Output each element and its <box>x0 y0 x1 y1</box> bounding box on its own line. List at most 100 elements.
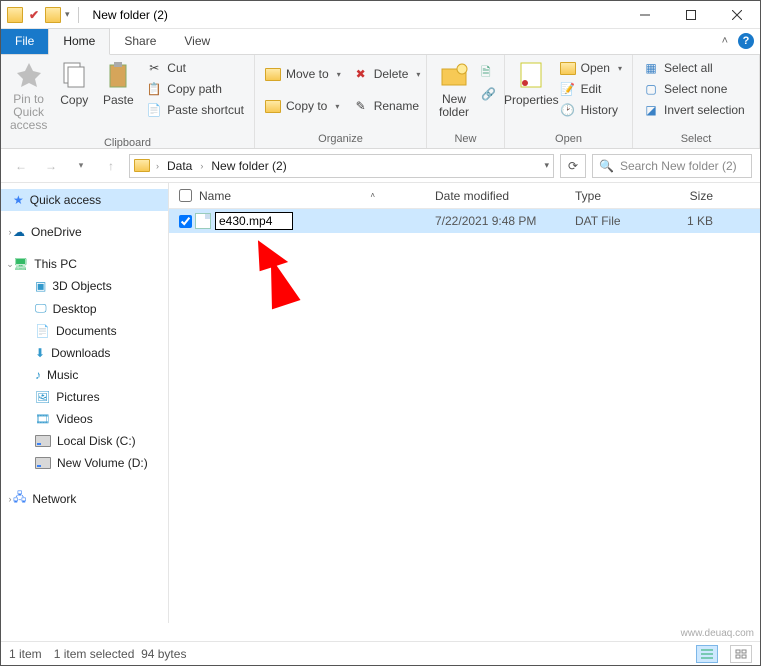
open-group-label: Open <box>509 131 628 148</box>
file-pane: Name˄ Date modified Type Size e430.mp4 7… <box>169 183 760 623</box>
nav-downloads[interactable]: ⬇Downloads <box>1 342 168 364</box>
title-bar: ✔ ▾ New folder (2) <box>1 1 760 29</box>
large-icons-view-button[interactable] <box>730 645 752 663</box>
file-icon <box>195 213 211 229</box>
videos-icon: 🎞 <box>35 412 50 426</box>
nav-documents[interactable]: 📄Documents <box>1 320 168 342</box>
home-tab[interactable]: Home <box>48 28 110 55</box>
nav-new-volume-d[interactable]: New Volume (D:) <box>1 452 168 474</box>
pin-icon <box>13 59 45 91</box>
file-size: 1 KB <box>653 214 723 228</box>
view-tab[interactable]: View <box>170 29 224 54</box>
paste-shortcut-icon: 📄 <box>146 102 162 118</box>
new-item-icon[interactable]: 🗎 <box>481 63 496 84</box>
new-folder-icon <box>438 59 470 91</box>
file-date: 7/22/2021 9:48 PM <box>435 214 575 228</box>
close-button[interactable] <box>714 1 760 29</box>
nav-local-disk-c[interactable]: Local Disk (C:) <box>1 430 168 452</box>
status-bar: 1 item 1 item selected 94 bytes <box>1 641 760 665</box>
breadcrumb-current[interactable]: New folder (2) <box>207 157 290 175</box>
nav-this-pc[interactable]: ⌄🖥This PC <box>1 253 168 275</box>
drive-icon <box>35 457 51 469</box>
column-date[interactable]: Date modified <box>435 189 575 203</box>
pictures-icon: 🖼 <box>35 390 50 404</box>
copy-button[interactable]: Copy <box>52 57 96 109</box>
cube-icon: ▣ <box>35 279 46 293</box>
minimize-button[interactable] <box>622 1 668 29</box>
desktop-icon: 🖵 <box>35 301 47 316</box>
details-view-button[interactable] <box>696 645 718 663</box>
column-type[interactable]: Type <box>575 189 653 203</box>
downloads-icon: ⬇ <box>35 346 45 360</box>
address-row: ← → ▾ ↑ › Data › New folder (2) ▾ ⟳ 🔍 Se… <box>1 149 760 183</box>
forward-button[interactable]: → <box>39 154 63 178</box>
nav-music[interactable]: ♪Music <box>1 364 168 386</box>
move-to-button[interactable]: Move to <box>263 65 343 83</box>
rename-button[interactable]: ✎Rename <box>351 97 423 115</box>
copy-icon <box>58 59 90 91</box>
qat-folder-icon[interactable] <box>45 7 61 23</box>
status-bytes: 94 bytes <box>141 647 186 661</box>
chevron-right-icon[interactable]: › <box>154 161 161 171</box>
new-group-label: New <box>431 131 500 148</box>
nav-onedrive[interactable]: ›☁OneDrive <box>1 221 168 243</box>
delete-icon: ✖ <box>353 66 369 82</box>
nav-pictures[interactable]: 🖼Pictures <box>1 386 168 408</box>
move-to-icon <box>265 66 281 82</box>
status-item-count: 1 item <box>9 647 42 661</box>
nav-3d-objects[interactable]: ▣3D Objects <box>1 275 168 297</box>
up-button[interactable]: ↑ <box>99 154 123 178</box>
nav-network[interactable]: ›🖧Network <box>1 484 168 513</box>
star-icon: ★ <box>13 193 24 207</box>
organize-group-label: Organize <box>259 131 422 148</box>
address-dropdown-icon[interactable]: ▾ <box>544 160 549 171</box>
collapse-ribbon-icon[interactable]: ˄ <box>722 35 728 47</box>
column-name[interactable]: Name˄ <box>195 189 435 203</box>
history-button[interactable]: 🕑History <box>558 101 624 119</box>
column-size[interactable]: Size <box>653 189 723 203</box>
navigation-pane: ★ Quick access ›☁OneDrive ⌄🖥This PC ▣3D … <box>1 183 169 623</box>
search-placeholder: Search New folder (2) <box>620 159 737 173</box>
open-button[interactable]: Open <box>558 59 624 77</box>
window-title: New folder (2) <box>89 8 622 22</box>
maximize-button[interactable] <box>668 1 714 29</box>
select-all-button[interactable]: ▦Select all <box>641 59 747 77</box>
back-button[interactable]: ← <box>9 154 33 178</box>
nav-videos[interactable]: 🎞Videos <box>1 408 168 430</box>
properties-button[interactable]: Properties <box>509 57 554 109</box>
easy-access-icon[interactable]: 🔗 <box>481 87 496 101</box>
nav-desktop[interactable]: 🖵Desktop <box>1 297 168 320</box>
search-input[interactable]: 🔍 Search New folder (2) <box>592 154 752 178</box>
file-tab[interactable]: File <box>1 29 48 54</box>
file-row[interactable]: e430.mp4 7/22/2021 9:48 PM DAT File 1 KB <box>169 209 760 233</box>
status-selected: 1 item selected <box>54 647 135 661</box>
watermark: www.deuaq.com <box>681 628 754 639</box>
address-bar[interactable]: › Data › New folder (2) ▾ <box>129 154 554 178</box>
select-none-button[interactable]: ▢Select none <box>641 80 747 98</box>
documents-icon: 📄 <box>35 324 50 338</box>
edit-button[interactable]: 📝Edit <box>558 80 624 98</box>
delete-button[interactable]: ✖Delete <box>351 65 423 83</box>
copy-to-button[interactable]: Copy to <box>263 97 343 115</box>
rename-input[interactable]: e430.mp4 <box>215 212 293 230</box>
qat-dropdown-icon[interactable]: ▾ <box>65 9 70 20</box>
file-type: DAT File <box>575 214 653 228</box>
help-icon[interactable]: ? <box>738 33 754 49</box>
nav-quick-access[interactable]: ★ Quick access <box>1 189 168 211</box>
chevron-right-icon[interactable]: › <box>198 161 205 171</box>
share-tab[interactable]: Share <box>110 29 170 54</box>
refresh-button[interactable]: ⟳ <box>560 154 586 178</box>
qat-check-icon[interactable]: ✔ <box>27 8 41 22</box>
pin-to-quick-access-button[interactable]: Pin to Quick access <box>5 57 52 135</box>
file-checkbox[interactable] <box>179 215 192 228</box>
recent-locations-button[interactable]: ▾ <box>69 154 93 178</box>
cut-button[interactable]: ✂Cut <box>144 59 246 77</box>
copy-path-button[interactable]: 📋Copy path <box>144 80 246 98</box>
paste-shortcut-button[interactable]: 📄Paste shortcut <box>144 101 246 119</box>
paste-button[interactable]: Paste <box>96 57 140 109</box>
select-all-checkbox[interactable] <box>179 189 192 202</box>
breadcrumb-data[interactable]: Data <box>163 157 196 175</box>
invert-selection-button[interactable]: ◪Invert selection <box>641 101 747 119</box>
new-folder-button[interactable]: New folder <box>431 57 477 121</box>
open-icon <box>560 60 576 76</box>
